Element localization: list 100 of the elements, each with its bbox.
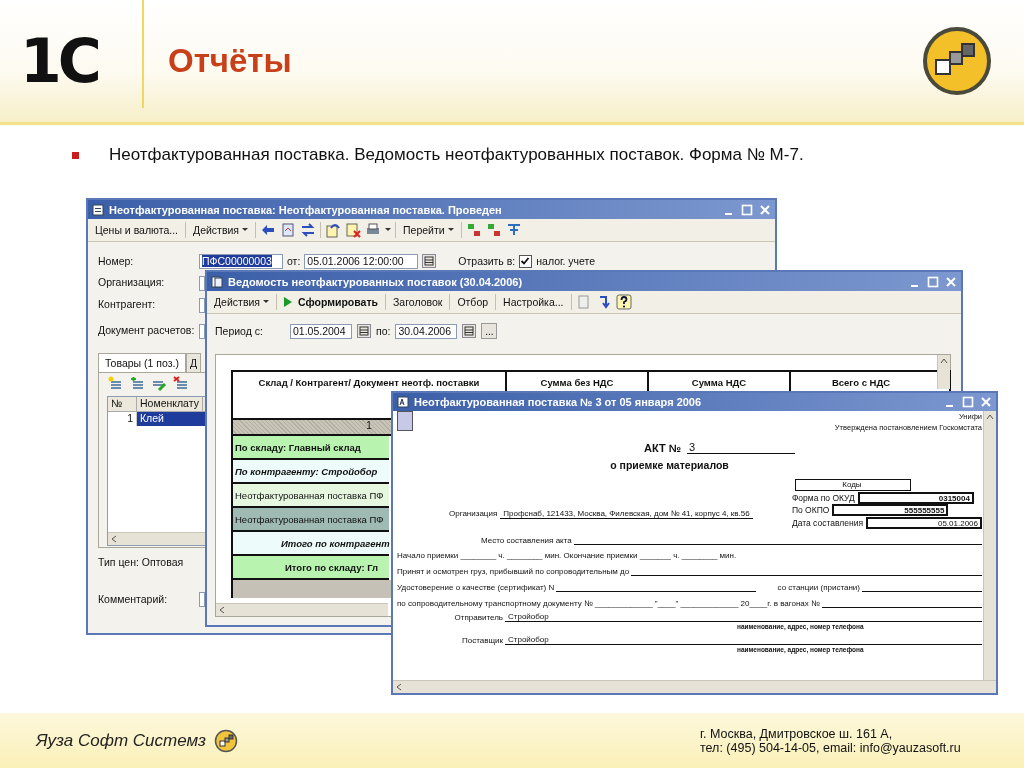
column-header: Сумма без НДС xyxy=(540,377,614,388)
code-label: Дата составления xyxy=(791,517,864,528)
field-label: Организация xyxy=(449,509,498,519)
close-icon[interactable] xyxy=(945,275,957,288)
ledger-icon[interactable] xyxy=(465,222,482,238)
field-value: Стройобор xyxy=(505,635,982,645)
squares-logo-icon xyxy=(213,728,238,753)
play-icon xyxy=(284,297,292,307)
field-value: Стройобор xyxy=(505,612,982,622)
help-icon[interactable] xyxy=(615,294,632,310)
structure-icon[interactable] xyxy=(505,222,522,238)
form-line-text: со станции (пристани) xyxy=(776,583,860,592)
code-value: 0315004 xyxy=(857,491,974,504)
column-header[interactable]: Номенклату xyxy=(137,397,203,411)
maximize-icon[interactable] xyxy=(962,396,974,408)
close-icon[interactable] xyxy=(980,396,992,408)
scrollbar[interactable] xyxy=(983,411,996,681)
code-label: По ОКПО xyxy=(791,505,831,516)
menu-button[interactable]: Действия xyxy=(211,294,272,310)
bullet-text: Неотфактурованная поставка. Ведомость неотфактурованных поставок. Форма № М-7. xyxy=(109,145,804,165)
calendar-icon[interactable] xyxy=(357,324,371,338)
report-cell: Неотфактурованная поставка ПФ xyxy=(235,489,384,501)
report-cell: Неотфактурованная поставка ПФ xyxy=(235,513,384,525)
input-field[interactable] xyxy=(199,323,205,339)
logo-mark: 1С xyxy=(20,31,99,91)
toolbar-button[interactable]: Заголовок xyxy=(390,294,446,310)
caret-icon xyxy=(242,228,249,232)
report-cell: Итого по контрагент xyxy=(281,537,390,549)
checkbox[interactable] xyxy=(519,254,533,268)
menu-button[interactable]: Цены и валюта... xyxy=(92,222,181,238)
field-label: Период с: xyxy=(215,325,264,337)
report-row[interactable]: По контрагенту: Стройобор xyxy=(231,460,389,484)
bullet-icon xyxy=(72,151,79,159)
number-field[interactable]: ПФС00000003 xyxy=(199,253,283,269)
maximize-icon[interactable] xyxy=(741,203,753,216)
window-title: Неотфактурованная поставка № 3 от 05 января 2006 xyxy=(414,396,703,408)
ledger-icon[interactable] xyxy=(485,222,502,238)
tab[interactable]: Товары (1 поз.) xyxy=(98,353,186,372)
field-value: Профснаб, 121433, Москва, Филевская, дом № 41, корпус 4, кв.56 xyxy=(500,509,753,519)
price-type-text: Тип цен: Оптовая xyxy=(98,556,184,568)
column-header[interactable]: № xyxy=(108,397,137,411)
maximize-icon[interactable] xyxy=(927,275,939,288)
report-row[interactable]: Неотфактурованная поставка ПФ xyxy=(231,484,389,508)
report-cell: Итого по складу: Гл xyxy=(285,561,379,573)
form-line-text: Удостоверение о качестве (сертификат) N xyxy=(397,583,555,592)
checkbox-label: налог. учете xyxy=(536,255,596,267)
slide-title: Отчёты xyxy=(168,42,293,80)
report-icon xyxy=(211,275,223,288)
scrollbar[interactable] xyxy=(216,603,388,616)
add-row-icon[interactable] xyxy=(107,376,123,392)
report-row[interactable]: Неотфактурованная поставка ПФ xyxy=(231,508,389,532)
column-header: Всего с НДС xyxy=(831,377,891,388)
toolbar-button[interactable]: Отбор xyxy=(454,294,492,310)
code-value: 05.01.2006 xyxy=(866,516,982,529)
arrows-icon[interactable] xyxy=(300,222,317,238)
delete-row-icon[interactable] xyxy=(173,376,189,392)
squares-logo-icon xyxy=(922,26,992,96)
field-label: Поставщик xyxy=(460,636,503,645)
toolbar-button[interactable]: Настройка... xyxy=(500,294,567,310)
window-title: Ведомость неотфактурованных поставок (30.04.2006) xyxy=(228,275,524,288)
field-label: Контрагент: xyxy=(98,299,157,311)
input-field[interactable] xyxy=(199,275,205,291)
report-row[interactable]: Итого по складу: Гл xyxy=(231,556,389,580)
more-button[interactable]: ... xyxy=(481,323,498,339)
address-text: г. Москва, Дмитровское ш. 161 А, xyxy=(700,726,894,741)
codes-header: Коды xyxy=(794,479,911,492)
report-cell: По контрагенту: Стройобор xyxy=(235,465,378,477)
date-field[interactable]: 01.05.2004 xyxy=(290,323,352,339)
code-label: Форма по ОКУД xyxy=(791,492,856,503)
date-field[interactable]: 05.01.2006 12:00:00 xyxy=(304,253,419,269)
report-row[interactable]: Итого по контрагент xyxy=(231,532,389,556)
caret-icon[interactable] xyxy=(385,228,392,232)
calendar-icon[interactable] xyxy=(462,324,477,338)
scrollbar[interactable] xyxy=(393,680,996,693)
calendar-icon[interactable] xyxy=(422,254,437,268)
scrollbar[interactable] xyxy=(937,355,950,389)
report-row[interactable]: По складу: Главный склад xyxy=(231,436,389,460)
document-arrow-icon[interactable] xyxy=(325,222,342,238)
comment-field[interactable] xyxy=(199,591,205,607)
corner-button[interactable] xyxy=(397,411,413,431)
copy-row-icon[interactable] xyxy=(129,376,145,392)
menu-button[interactable]: Перейти xyxy=(400,222,457,238)
field-label: Комментарий: xyxy=(98,593,169,605)
form-line-text: Место составления акта xyxy=(481,536,572,545)
act-heading: АКТ № xyxy=(644,442,681,454)
menu-button[interactable]: Действия xyxy=(190,222,252,238)
generate-button[interactable]: Сформировать xyxy=(281,294,381,310)
close-icon[interactable] xyxy=(759,203,771,216)
field-label: Номер: xyxy=(98,255,135,267)
form-line-text: Начало приемки ________ ч. ________ мин. Окончание приемки _______ ч. ________ мин. xyxy=(397,551,737,560)
code-value: 555555555 xyxy=(832,504,949,517)
date-field[interactable]: 30.04.2006 xyxy=(395,323,458,339)
text-document-icon xyxy=(397,396,409,408)
delete-document-icon[interactable] xyxy=(345,222,362,238)
field-label: Отправитель xyxy=(453,613,503,622)
form-line-text: Принят и осмотрен груз, прибывший по сопроводительным до xyxy=(397,567,630,576)
form-line-text: по сопроводительному транспортному документу № _____________ "____" _____________ 20____г. в вагонах № xyxy=(397,599,820,608)
document-icon[interactable] xyxy=(280,222,297,238)
input-field[interactable] xyxy=(199,297,205,313)
field-label: по: xyxy=(376,325,391,337)
